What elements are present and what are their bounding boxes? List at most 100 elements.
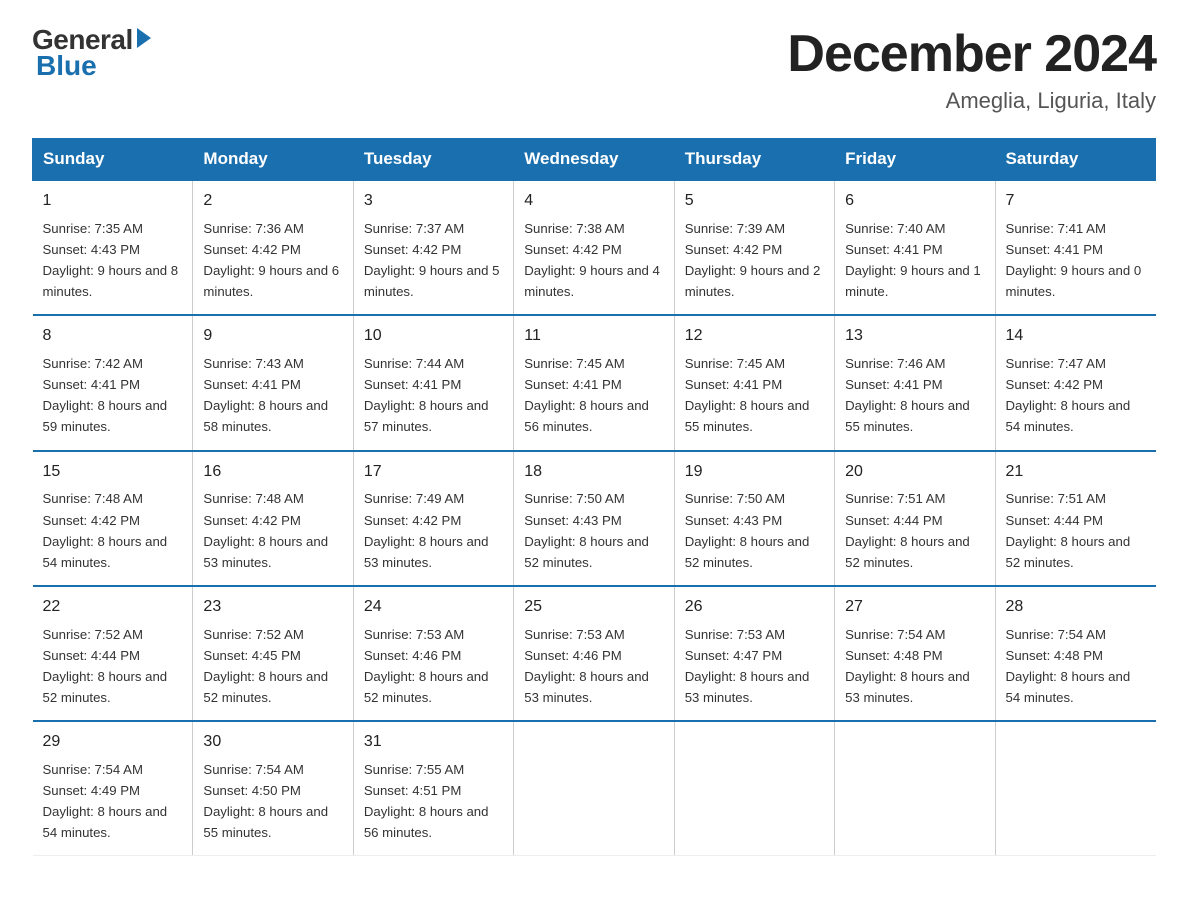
- calendar-cell: 2 Sunrise: 7:36 AMSunset: 4:42 PMDaylight…: [193, 180, 353, 315]
- calendar-cell: 23 Sunrise: 7:52 AMSunset: 4:45 PMDayligh…: [193, 586, 353, 721]
- day-number: 3: [364, 189, 503, 214]
- day-info: Sunrise: 7:54 AMSunset: 4:48 PMDaylight:…: [845, 624, 984, 709]
- calendar-cell: 6 Sunrise: 7:40 AMSunset: 4:41 PMDaylight…: [835, 180, 995, 315]
- day-info: Sunrise: 7:51 AMSunset: 4:44 PMDaylight:…: [845, 488, 984, 573]
- day-info: Sunrise: 7:44 AMSunset: 4:41 PMDaylight:…: [364, 353, 503, 438]
- calendar-cell: 26 Sunrise: 7:53 AMSunset: 4:47 PMDayligh…: [674, 586, 834, 721]
- title-block: December 2024 Ameglia, Liguria, Italy: [787, 24, 1156, 114]
- day-number: 31: [364, 730, 503, 755]
- day-info: Sunrise: 7:53 AMSunset: 4:46 PMDaylight:…: [524, 624, 663, 709]
- weekday-header: Thursday: [674, 139, 834, 181]
- day-number: 4: [524, 189, 663, 214]
- day-number: 30: [203, 730, 342, 755]
- day-number: 10: [364, 324, 503, 349]
- calendar-week-row: 8 Sunrise: 7:42 AMSunset: 4:41 PMDaylight…: [33, 315, 1156, 450]
- calendar-cell: 5 Sunrise: 7:39 AMSunset: 4:42 PMDaylight…: [674, 180, 834, 315]
- day-number: 12: [685, 324, 824, 349]
- day-info: Sunrise: 7:45 AMSunset: 4:41 PMDaylight:…: [524, 353, 663, 438]
- day-number: 9: [203, 324, 342, 349]
- day-info: Sunrise: 7:55 AMSunset: 4:51 PMDaylight:…: [364, 759, 503, 844]
- day-number: 1: [43, 189, 183, 214]
- calendar-cell: 28 Sunrise: 7:54 AMSunset: 4:48 PMDayligh…: [995, 586, 1155, 721]
- logo-blue-text: Blue: [36, 50, 97, 82]
- calendar-cell: [995, 721, 1155, 856]
- calendar-cell: 20 Sunrise: 7:51 AMSunset: 4:44 PMDayligh…: [835, 451, 995, 586]
- day-number: 13: [845, 324, 984, 349]
- day-number: 11: [524, 324, 663, 349]
- calendar-week-row: 29 Sunrise: 7:54 AMSunset: 4:49 PMDayligh…: [33, 721, 1156, 856]
- calendar-cell: 3 Sunrise: 7:37 AMSunset: 4:42 PMDaylight…: [353, 180, 513, 315]
- day-info: Sunrise: 7:37 AMSunset: 4:42 PMDaylight:…: [364, 218, 503, 303]
- page-header: General Blue December 2024 Ameglia, Ligu…: [32, 24, 1156, 114]
- day-number: 18: [524, 460, 663, 485]
- weekday-header: Friday: [835, 139, 995, 181]
- day-info: Sunrise: 7:53 AMSunset: 4:46 PMDaylight:…: [364, 624, 503, 709]
- day-info: Sunrise: 7:53 AMSunset: 4:47 PMDaylight:…: [685, 624, 824, 709]
- day-info: Sunrise: 7:40 AMSunset: 4:41 PMDaylight:…: [845, 218, 984, 303]
- day-info: Sunrise: 7:48 AMSunset: 4:42 PMDaylight:…: [43, 488, 183, 573]
- day-info: Sunrise: 7:54 AMSunset: 4:48 PMDaylight:…: [1006, 624, 1146, 709]
- calendar-cell: 11 Sunrise: 7:45 AMSunset: 4:41 PMDayligh…: [514, 315, 674, 450]
- day-info: Sunrise: 7:52 AMSunset: 4:44 PMDaylight:…: [43, 624, 183, 709]
- day-info: Sunrise: 7:45 AMSunset: 4:41 PMDaylight:…: [685, 353, 824, 438]
- calendar-cell: 24 Sunrise: 7:53 AMSunset: 4:46 PMDayligh…: [353, 586, 513, 721]
- calendar-cell: 15 Sunrise: 7:48 AMSunset: 4:42 PMDayligh…: [33, 451, 193, 586]
- calendar-week-row: 15 Sunrise: 7:48 AMSunset: 4:42 PMDayligh…: [33, 451, 1156, 586]
- calendar-cell: 8 Sunrise: 7:42 AMSunset: 4:41 PMDaylight…: [33, 315, 193, 450]
- calendar-cell: 9Sunrise: 7:43 AMSunset: 4:41 PMDaylight…: [193, 315, 353, 450]
- day-info: Sunrise: 7:50 AMSunset: 4:43 PMDaylight:…: [524, 488, 663, 573]
- day-info: Sunrise: 7:48 AMSunset: 4:42 PMDaylight:…: [203, 488, 342, 573]
- calendar-cell: 19 Sunrise: 7:50 AMSunset: 4:43 PMDayligh…: [674, 451, 834, 586]
- day-number: 6: [845, 189, 984, 214]
- calendar-cell: 30Sunrise: 7:54 AMSunset: 4:50 PMDayligh…: [193, 721, 353, 856]
- day-number: 20: [845, 460, 984, 485]
- calendar-table: SundayMondayTuesdayWednesdayThursdayFrid…: [32, 138, 1156, 856]
- day-number: 14: [1006, 324, 1146, 349]
- day-number: 8: [43, 324, 183, 349]
- calendar-cell: 27 Sunrise: 7:54 AMSunset: 4:48 PMDayligh…: [835, 586, 995, 721]
- calendar-week-row: 22Sunrise: 7:52 AMSunset: 4:44 PMDayligh…: [33, 586, 1156, 721]
- day-info: Sunrise: 7:35 AMSunset: 4:43 PMDaylight:…: [43, 218, 183, 303]
- day-info: Sunrise: 7:50 AMSunset: 4:43 PMDaylight:…: [685, 488, 824, 573]
- day-info: Sunrise: 7:47 AMSunset: 4:42 PMDaylight:…: [1006, 353, 1146, 438]
- day-number: 28: [1006, 595, 1146, 620]
- day-info: Sunrise: 7:36 AMSunset: 4:42 PMDaylight:…: [203, 218, 342, 303]
- month-title: December 2024: [787, 24, 1156, 84]
- day-number: 5: [685, 189, 824, 214]
- calendar-cell: 17Sunrise: 7:49 AMSunset: 4:42 PMDayligh…: [353, 451, 513, 586]
- calendar-cell: 16 Sunrise: 7:48 AMSunset: 4:42 PMDayligh…: [193, 451, 353, 586]
- day-number: 26: [685, 595, 824, 620]
- calendar-cell: 14 Sunrise: 7:47 AMSunset: 4:42 PMDayligh…: [995, 315, 1155, 450]
- day-number: 27: [845, 595, 984, 620]
- weekday-header: Tuesday: [353, 139, 513, 181]
- day-number: 19: [685, 460, 824, 485]
- weekday-header: Wednesday: [514, 139, 674, 181]
- calendar-cell: 1 Sunrise: 7:35 AMSunset: 4:43 PMDaylight…: [33, 180, 193, 315]
- day-info: Sunrise: 7:46 AMSunset: 4:41 PMDaylight:…: [845, 353, 984, 438]
- calendar-cell: [674, 721, 834, 856]
- day-number: 29: [43, 730, 183, 755]
- weekday-header-row: SundayMondayTuesdayWednesdayThursdayFrid…: [33, 139, 1156, 181]
- day-info: Sunrise: 7:38 AMSunset: 4:42 PMDaylight:…: [524, 218, 663, 303]
- day-number: 17: [364, 460, 503, 485]
- calendar-cell: 12 Sunrise: 7:45 AMSunset: 4:41 PMDayligh…: [674, 315, 834, 450]
- day-number: 2: [203, 189, 342, 214]
- calendar-cell: 22Sunrise: 7:52 AMSunset: 4:44 PMDayligh…: [33, 586, 193, 721]
- calendar-cell: [514, 721, 674, 856]
- calendar-cell: 7Sunrise: 7:41 AMSunset: 4:41 PMDaylight…: [995, 180, 1155, 315]
- day-info: Sunrise: 7:54 AMSunset: 4:49 PMDaylight:…: [43, 759, 183, 844]
- day-info: Sunrise: 7:39 AMSunset: 4:42 PMDaylight:…: [685, 218, 824, 303]
- day-number: 15: [43, 460, 183, 485]
- calendar-cell: 21Sunrise: 7:51 AMSunset: 4:44 PMDayligh…: [995, 451, 1155, 586]
- day-info: Sunrise: 7:42 AMSunset: 4:41 PMDaylight:…: [43, 353, 183, 438]
- logo: General Blue: [32, 24, 151, 82]
- day-number: 7: [1006, 189, 1146, 214]
- day-number: 24: [364, 595, 503, 620]
- location-text: Ameglia, Liguria, Italy: [787, 88, 1156, 114]
- day-info: Sunrise: 7:51 AMSunset: 4:44 PMDaylight:…: [1006, 488, 1146, 573]
- calendar-cell: 31 Sunrise: 7:55 AMSunset: 4:51 PMDayligh…: [353, 721, 513, 856]
- day-info: Sunrise: 7:52 AMSunset: 4:45 PMDaylight:…: [203, 624, 342, 709]
- day-number: 16: [203, 460, 342, 485]
- day-number: 23: [203, 595, 342, 620]
- weekday-header: Sunday: [33, 139, 193, 181]
